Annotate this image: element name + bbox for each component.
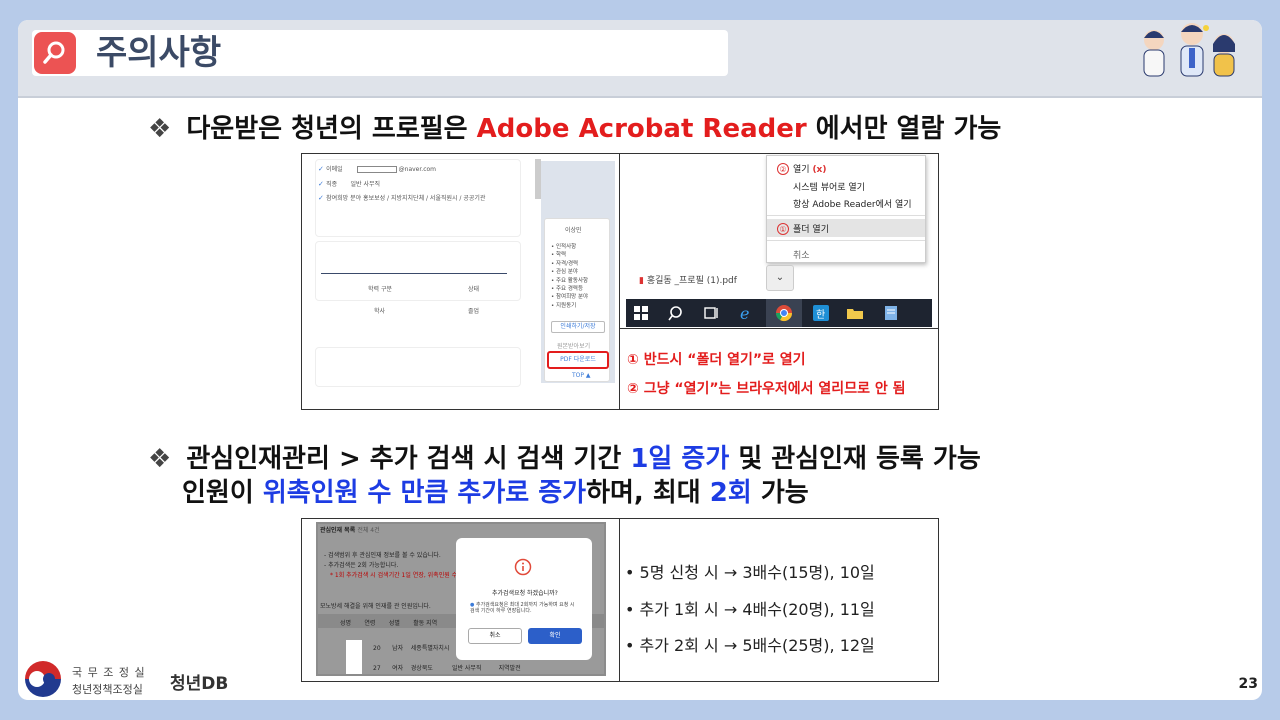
section2-heading-line1: ❖ 관심인재관리 > 추가 검색 시 검색 기간 1일 증가 및 관심인재 등록… xyxy=(148,444,981,474)
hangul-app-icon[interactable]: 한 xyxy=(812,304,830,322)
page-title: 주의사항 xyxy=(96,33,222,73)
print-save-button[interactable]: 인쇄하기/저장 xyxy=(551,321,605,333)
table-row[interactable]: 20 남자 세종특별자치시 xyxy=(373,643,449,652)
svg-text:한: 한 xyxy=(816,309,825,321)
headcount-highlight: 위촉인원 수 만큼 추가로 증가 xyxy=(262,478,587,508)
talent-list-caption: 모노방세 해결을 위해 인재를 관 인원입니다. xyxy=(320,603,431,610)
check-icon: ✓ xyxy=(318,180,327,188)
section1-heading: ❖ 다운받은 청년의 프로필은 Adobe Acrobat Reader 에서만… xyxy=(148,112,1001,146)
calc-line-1: • 5명 신청 시 → 3배수(15명), 10일 xyxy=(625,563,875,582)
dialog-note: ● 추가검색요청은 최대 2회까지 가능하며 요청 시 검색 기간이 하루 연장… xyxy=(470,602,575,614)
info-icon xyxy=(514,558,532,576)
search-icon[interactable] xyxy=(668,304,686,322)
taeguk-logo-icon xyxy=(23,659,63,699)
menu-item[interactable]: • 관심 분야 xyxy=(551,268,588,276)
table-row[interactable]: 27 여자 경상북도 일반 사무직 지역발전 xyxy=(373,663,521,672)
section1-highlight: Adobe Acrobat Reader xyxy=(476,114,807,144)
top-link[interactable]: TOP ▲ xyxy=(572,372,591,379)
folder-icon[interactable] xyxy=(846,304,864,322)
org-name: 국 무 조 정 실 xyxy=(72,666,146,679)
cancel-button[interactable]: 취소 xyxy=(468,628,522,644)
talent-note-2: - 추가검색은 2회 가능합니다. xyxy=(324,562,399,569)
page-number: 23 xyxy=(1238,676,1258,692)
search-period-highlight: 1일 증가 xyxy=(630,444,730,474)
edu-header-1: 학력 구분 xyxy=(368,286,392,293)
section1-text-after: 에서만 열람 가능 xyxy=(815,114,1002,144)
edu-header-2: 상태 xyxy=(468,286,480,293)
section2-heading-line2: 인원이 위촉인원 수 만큼 추가로 증가하며, 최대 2회 가능 xyxy=(182,478,809,508)
instruction-line-1: ① 반드시 “폴더 열기”로 열기 xyxy=(627,352,806,368)
chrome-browser-icon[interactable] xyxy=(775,304,793,322)
profile-field-1: ✓ 이메일 @naver.com xyxy=(318,165,437,173)
calc-line-3: • 추가 2회 시 → 5배수(25명), 12일 xyxy=(625,636,875,655)
section1-text: 다운받은 청년의 프로필은 xyxy=(186,114,468,144)
download-context-menu: ② 열기 (x) 시스템 뷰어로 열기 항상 Adobe Reader에서 열기 … xyxy=(766,155,926,263)
original-view-link[interactable]: 원본받아보기 xyxy=(557,341,590,350)
menu-item[interactable]: • 자격/경력 xyxy=(551,260,588,268)
menu-item[interactable]: • 주요 활동사항 xyxy=(551,277,588,285)
menu-item[interactable]: • 지원동기 xyxy=(551,302,588,310)
windows-start-icon[interactable] xyxy=(632,304,650,322)
chevron-down-icon[interactable]: ⌄ xyxy=(766,265,794,291)
max-times-highlight: 2회 xyxy=(709,478,752,508)
menu-item-open-folder[interactable]: ① 폴더 열기 xyxy=(777,222,829,235)
windows-taskbar: e 한 xyxy=(626,299,932,327)
dialog-title: 추가검색요청 하겠습니까? xyxy=(492,590,558,597)
svg-text:e: e xyxy=(740,304,749,322)
instruction-line-2: ② 그냥 “열기”는 브라우저에서 열리므로 안 됨 xyxy=(627,381,906,397)
menu-item-always-adobe[interactable]: 항상 Adobe Reader에서 열기 xyxy=(793,197,912,210)
menu-title: 이상민 xyxy=(565,227,582,234)
confirm-dialog: 추가검색요청 하겠습니까? ● 추가검색요청은 최대 2회까지 가능하며 요청 … xyxy=(456,538,592,660)
diamond-bullet-icon: ❖ xyxy=(148,444,172,474)
panel-divider-h xyxy=(620,328,939,329)
mascot-illustration xyxy=(1132,20,1244,84)
check-icon: ✓ xyxy=(318,165,327,173)
talent-list-title: 관심인재 목록 전체 4건 xyxy=(320,527,380,534)
menu-item-cancel[interactable]: 취소 xyxy=(793,248,810,261)
edu-cell-1: 학사 xyxy=(374,308,386,315)
brand-name: 청년DB xyxy=(170,674,229,694)
panel-divider xyxy=(619,519,620,681)
confirm-button[interactable]: 확인 xyxy=(528,628,582,644)
pdf-file-icon: ▮ xyxy=(639,276,644,286)
menu-item[interactable]: • 주요 경력등 xyxy=(551,285,588,293)
header-divider xyxy=(18,96,1262,98)
task-view-icon[interactable] xyxy=(702,304,720,322)
menu-item-system-viewer[interactable]: 시스템 뷰어로 열기 xyxy=(793,180,865,193)
calc-line-2: • 추가 1회 시 → 4배수(20명), 11일 xyxy=(625,600,875,619)
pdf-download-button[interactable]: PDF 다운로드 xyxy=(547,351,609,369)
diamond-bullet-icon: ❖ xyxy=(148,114,172,144)
panel-divider xyxy=(619,154,620,409)
check-icon: ✓ xyxy=(318,194,327,202)
profile-field-3: ✓ 참여희망 분야 홍보보성 / 지방지치단체 / 서울직원시 / 공공기관 xyxy=(318,194,486,202)
search-icon xyxy=(34,32,76,74)
menu-item-open[interactable]: ② 열기 (x) xyxy=(777,162,826,175)
edu-cell-2: 졸업 xyxy=(468,308,480,315)
ie-browser-icon[interactable]: e xyxy=(738,304,756,322)
org-dept: 청년정책조정실 xyxy=(72,683,143,696)
talent-table-header: 성명 연령 성별 활동 지역 xyxy=(340,620,438,627)
menu-item[interactable]: • 참여희망 분야 xyxy=(551,293,588,301)
menu-item[interactable]: • 인적사항 xyxy=(551,243,588,251)
notes-app-icon[interactable] xyxy=(882,304,900,322)
talent-note-1: - 검색범위 후 관심인재 정보를 볼 수 있습니다. xyxy=(324,552,441,559)
download-item[interactable]: ▮ 홍길동 _프로필 (1).pdf xyxy=(639,273,737,286)
profile-field-2: ✓ 직종 일반 사무직 xyxy=(318,180,381,188)
menu-item[interactable]: • 학력 xyxy=(551,251,588,259)
